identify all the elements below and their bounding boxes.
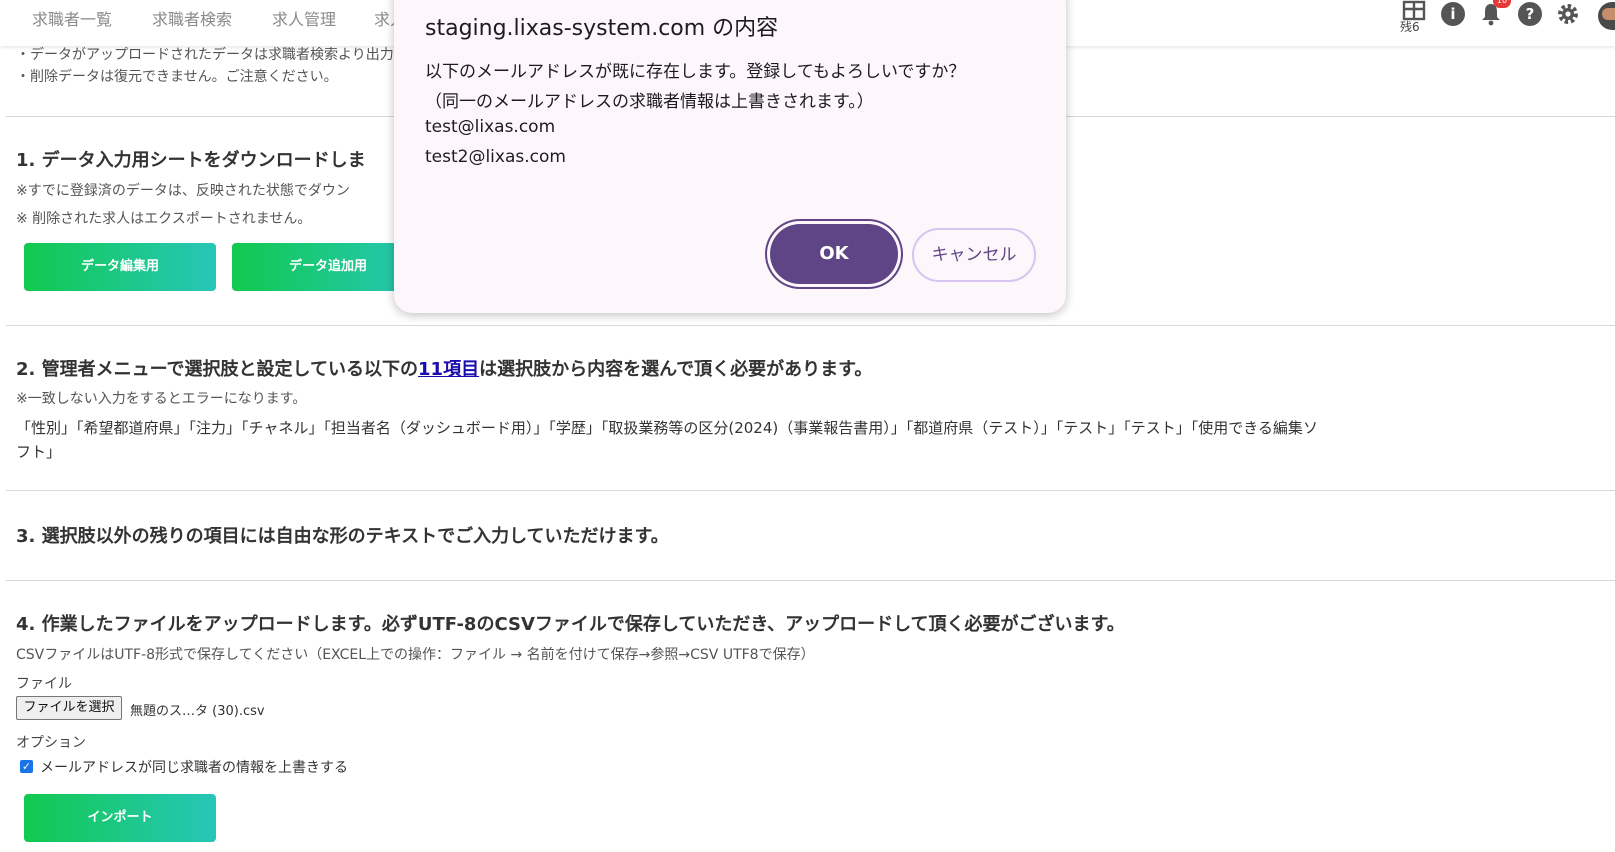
- choice-items-line1: 「性別」「希望都道府県」「注力」「チャネル」「担当者名（ダッシュボード用）」「学…: [16, 419, 1318, 437]
- file-select-button[interactable]: ファイルを選択: [16, 696, 122, 720]
- dialog-title: staging.lixas-system.com の内容: [425, 16, 779, 41]
- section2-heading: 2. 管理者メニューで選択肢と設定している以下の11項目は選択肢から内容を選んで…: [16, 355, 872, 381]
- section2-heading-pre: 2. 管理者メニューで選択肢と設定している以下の: [16, 359, 419, 380]
- section2-note: ※一致しない入力をするとエラーになります。: [16, 391, 307, 407]
- choice-items-list: 「性別」「希望都道府県」「注力」「チャネル」「担当者名（ダッシュボード用）」「学…: [16, 416, 1615, 464]
- nav-item-candidate-search[interactable]: 求職者検索: [152, 6, 232, 30]
- section3-heading: 3. 選択肢以外の残りの項目には自由な形のテキストでご入力していただけます。: [16, 526, 669, 547]
- divider: [6, 325, 1615, 326]
- avatar[interactable]: [1598, 2, 1615, 30]
- info-icon[interactable]: i: [1441, 2, 1465, 26]
- note-delete-warning: ・削除データは復元できません。ご注意ください。: [16, 69, 338, 85]
- dialog-email-2: test2@lixas.com: [425, 147, 566, 167]
- eleven-items-link[interactable]: 11項目: [418, 359, 479, 380]
- selected-file-name: 無題のス…タ (30).csv: [130, 704, 265, 719]
- dialog-message-line2: （同一のメールアドレスの求職者情報は上書きされます。）: [425, 92, 874, 112]
- nav-item-job-management[interactable]: 求人管理: [272, 6, 336, 30]
- section4-heading: 4. 作業したファイルをアップロードします。必ずUTF-8のCSVファイルで保存…: [16, 614, 1125, 635]
- import-button[interactable]: インポート: [24, 794, 216, 842]
- option-label: オプション: [16, 735, 86, 751]
- download-edit-button[interactable]: データ編集用: [24, 243, 216, 291]
- notification-badge: 10: [1493, 0, 1511, 8]
- dialog-email-1: test@lixas.com: [425, 117, 556, 137]
- note-top-partial: ・データがアップロードされたデータは求職者検索より出力でき: [16, 47, 422, 63]
- dialog-message-line1: 以下のメールアドレスが既に存在します。登録してもよろしいですか？: [425, 62, 966, 82]
- remaining-count: 残6: [1400, 20, 1420, 34]
- overwrite-checkbox[interactable]: ✓: [20, 760, 33, 773]
- section1-note2: ※ 削除された求人はエクスポートされません。: [16, 211, 312, 227]
- section4-note: CSVファイルはUTF-8形式で保存してください（EXCEL上での操作：ファイル…: [16, 647, 815, 663]
- file-label: ファイル: [16, 676, 72, 692]
- cancel-button[interactable]: キャンセル: [912, 228, 1036, 282]
- help-icon[interactable]: ?: [1518, 2, 1542, 26]
- confirm-dialog: staging.lixas-system.com の内容 以下のメールアドレスが…: [394, 0, 1066, 313]
- divider: [6, 580, 1615, 581]
- nav-item-candidate-list[interactable]: 求職者一覧: [32, 6, 112, 30]
- section2-heading-post: は選択肢から内容を選んで頂く必要があります。: [479, 359, 873, 380]
- divider: [6, 490, 1615, 491]
- gear-icon[interactable]: [1556, 2, 1580, 26]
- choice-items-line2: フト」: [16, 443, 62, 461]
- section1-note1: ※すでに登録済のデータは、反映された状態でダウン: [16, 183, 350, 199]
- section1-heading: 1. データ入力用シートをダウンロードしま: [16, 150, 366, 171]
- overwrite-checkbox-label[interactable]: メールアドレスが同じ求職者の情報を上書きする: [40, 757, 348, 777]
- ok-button[interactable]: OK: [770, 224, 898, 284]
